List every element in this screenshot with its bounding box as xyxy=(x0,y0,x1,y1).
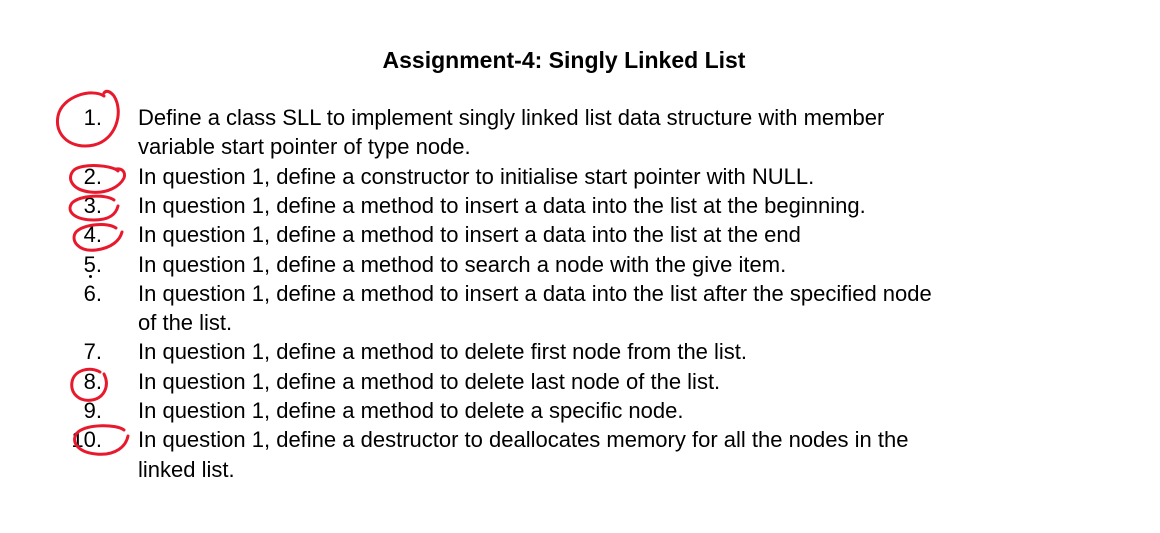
item-number: 5. xyxy=(83,251,102,277)
page-title: Assignment-4: Singly Linked List xyxy=(382,47,746,73)
item-text-line: In question 1, define a method to insert… xyxy=(138,192,866,218)
item-number: 7. xyxy=(83,339,102,365)
item-number: 3. xyxy=(83,192,102,218)
item-number: 2. xyxy=(83,163,102,189)
item-number: 1. xyxy=(83,105,102,130)
item-number: 10. xyxy=(71,427,102,453)
item-number: 4. xyxy=(83,222,102,248)
item-number: 9. xyxy=(83,398,102,423)
item-text-line: In question 1, define a method to delete… xyxy=(138,368,721,394)
item-text-line: In question 1, define a method to insert… xyxy=(138,280,932,306)
item-text-line: variable start pointer of type node. xyxy=(138,134,471,160)
item-text-line: of the list. xyxy=(138,310,233,336)
item-text-line: linked list. xyxy=(138,456,235,482)
item-text-line: In question 1, define a method to delete… xyxy=(138,398,684,423)
item-text-line: In question 1, define a destructor to de… xyxy=(138,427,909,453)
item-text-line: Define a class SLL to implement singly l… xyxy=(138,105,885,130)
item-text-line: In question 1, define a method to search… xyxy=(138,251,787,277)
item-number: 6. xyxy=(83,280,102,306)
item-text-line: In question 1, define a method to insert… xyxy=(138,222,801,248)
stray-dot-mark xyxy=(89,275,92,278)
item-text-line: In question 1, define a constructor to i… xyxy=(138,163,815,189)
item-number: 8. xyxy=(83,368,102,394)
item-text-line: In question 1, define a method to delete… xyxy=(138,339,748,365)
